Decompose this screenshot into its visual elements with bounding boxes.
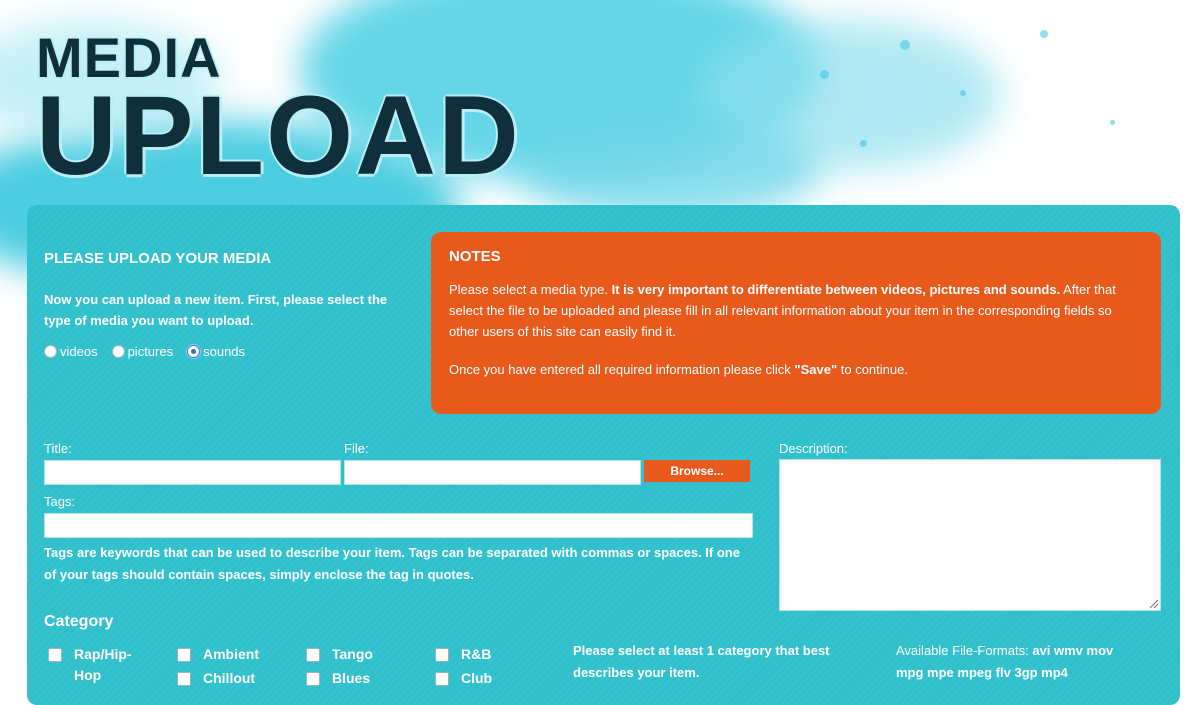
category-rap-hip-hop[interactable]: Rap/Hip-Hop — [44, 644, 154, 686]
checkbox-rnb[interactable] — [435, 648, 449, 662]
notes-p1-text: Please select a media type. — [449, 282, 612, 297]
category-chillout[interactable]: Chillout — [173, 668, 255, 689]
radio-pictures-label: pictures — [127, 344, 174, 359]
notes-paragraph-2: Once you have entered all required infor… — [449, 359, 1143, 380]
category-ambient[interactable]: Ambient — [173, 644, 259, 665]
category-rap-hip-hop-label: Rap/Hip-Hop — [74, 646, 132, 683]
checkbox-rap-hip-hop[interactable] — [48, 648, 62, 662]
radio-pictures-dot[interactable] — [111, 345, 125, 358]
description-label: Description: — [779, 441, 848, 456]
title-label: Title: — [44, 441, 72, 456]
notes-save-emphasis: "Save" — [794, 362, 838, 377]
radio-sounds-dot[interactable] — [187, 345, 201, 358]
file-label: File: — [344, 441, 369, 456]
notes-p2-text: Once you have entered all required infor… — [449, 362, 795, 377]
file-formats-prefix: Available File-Formats: — [896, 643, 1033, 658]
logo-line-upload: UPLOAD — [36, 73, 521, 198]
tags-input[interactable] — [44, 513, 753, 538]
notes-paragraph-1: Please select a media type. It is very i… — [449, 279, 1143, 342]
category-tango[interactable]: Tango — [302, 644, 373, 665]
category-tango-label: Tango — [332, 646, 373, 662]
file-formats-info: Available File-Formats: avi wmv mov mpg … — [896, 640, 1136, 684]
category-heading: Category — [44, 613, 114, 630]
category-blues[interactable]: Blues — [302, 668, 370, 689]
radio-videos[interactable]: videos — [44, 344, 98, 359]
notes-p2-rest: to continue. — [837, 362, 908, 377]
tags-hint: Tags are keywords that can be used to de… — [44, 545, 740, 582]
checkbox-ambient[interactable] — [177, 648, 191, 662]
radio-videos-label: videos — [60, 344, 98, 359]
category-blues-label: Blues — [332, 670, 371, 686]
notes-box: NOTES Please select a media type. It is … — [431, 232, 1161, 414]
radio-videos-dot[interactable] — [44, 345, 57, 358]
category-ambient-label: Ambient — [203, 646, 259, 662]
browse-button[interactable]: Browse... — [644, 460, 750, 482]
description-textarea[interactable] — [779, 459, 1161, 611]
upload-intro: Now you can upload a new item. First, pl… — [44, 292, 388, 328]
resize-grip-icon[interactable] — [1150, 600, 1158, 608]
checkbox-club[interactable] — [435, 672, 449, 686]
category-select-note: Please select at least 1 category that b… — [573, 643, 830, 680]
title-input[interactable] — [44, 460, 341, 485]
category-rnb-label: R&B — [461, 646, 492, 662]
checkbox-tango[interactable] — [306, 648, 320, 662]
upload-heading: PLEASE UPLOAD YOUR MEDIA — [44, 250, 272, 267]
checkbox-chillout[interactable] — [177, 672, 191, 686]
radio-sounds-label: sounds — [203, 344, 246, 359]
site-logo: MEDIA UPLOAD — [36, 30, 521, 198]
radio-sounds[interactable]: sounds — [187, 344, 245, 359]
category-club-label: Club — [461, 670, 493, 686]
media-type-group: videos pictures sounds — [44, 344, 259, 359]
tags-label: Tags: — [44, 494, 76, 509]
category-chillout-label: Chillout — [203, 670, 256, 686]
notes-title: NOTES — [449, 248, 501, 265]
radio-pictures[interactable]: pictures — [111, 344, 174, 359]
category-club[interactable]: Club — [431, 668, 492, 689]
checkbox-blues[interactable] — [306, 672, 320, 686]
file-input[interactable] — [344, 460, 641, 485]
notes-p1-emphasis: It is very important to differentiate be… — [611, 282, 1061, 297]
category-rnb[interactable]: R&B — [431, 644, 491, 665]
